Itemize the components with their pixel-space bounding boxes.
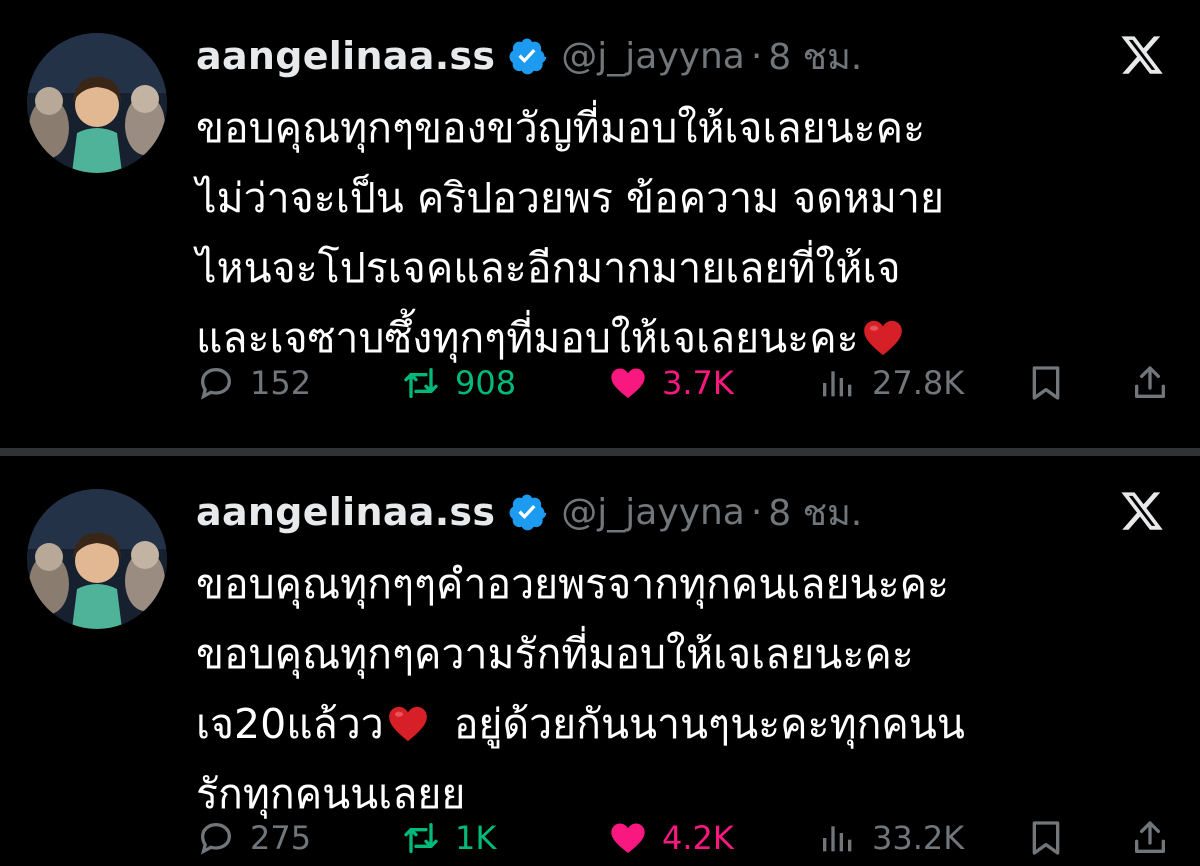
- separator-dot: ·: [750, 491, 763, 533]
- tweet-header: aangelinaa.ss @j_jayyna · 8 ชม.: [196, 28, 862, 84]
- tweet-actions: 275 1K 4.2K 33.2K: [196, 816, 1168, 860]
- handle[interactable]: @j_jayyna: [561, 492, 745, 533]
- views-chart-icon: [823, 826, 852, 852]
- repost-icon: [404, 368, 438, 398]
- tweet-text: ขอบคุณทุกๆของขวัญที่มอบให้เจเลยนะคะ ไม่ว…: [196, 93, 1156, 373]
- view-count: 33.2K: [872, 819, 965, 857]
- bookmark-button[interactable]: [1026, 816, 1066, 860]
- x-logo-icon: [1116, 488, 1168, 534]
- views-button[interactable]: 27.8K: [818, 361, 964, 405]
- reply-button[interactable]: 275: [196, 816, 311, 860]
- reply-button[interactable]: 152: [196, 361, 311, 405]
- repost-count: 1K: [455, 819, 497, 857]
- repost-button[interactable]: 908: [401, 361, 516, 405]
- share-icon: [1135, 821, 1165, 853]
- view-count: 27.8K: [872, 364, 965, 402]
- like-count: 4.2K: [662, 819, 734, 857]
- verified-badge-icon: [507, 492, 547, 532]
- tweet-line: อยู่ด้วยกันนานๆนะคะทุกคนน: [453, 700, 965, 748]
- tweet-text: ขอบคุณทุกๆๆคำอวยพรจากทุกคนเลยนะคะ ขอบคุณ…: [196, 549, 1156, 829]
- like-button[interactable]: 4.2K: [608, 816, 734, 860]
- tweet-actions: 152 908 3.7K 27.8K: [196, 361, 1168, 405]
- reply-icon: [200, 822, 232, 855]
- reply-count: 152: [250, 364, 312, 402]
- tweet-header: aangelinaa.ss @j_jayyna · 8 ชม.: [196, 484, 862, 540]
- views-button[interactable]: 33.2K: [818, 816, 964, 860]
- like-button[interactable]: 3.7K: [608, 361, 734, 405]
- reply-count: 275: [250, 819, 312, 857]
- tweet-line: ไหนจะโปรเจคและอีกมากมายเลยที่ให้เจ: [196, 244, 901, 292]
- display-name[interactable]: aangelinaa.ss: [196, 490, 495, 534]
- bookmark-icon: [1032, 366, 1060, 400]
- tweet-card[interactable]: aangelinaa.ss @j_jayyna · 8 ชม. ขอบคุณทุ…: [0, 456, 1200, 866]
- like-count: 3.7K: [662, 364, 734, 402]
- tweet-line: ขอบคุณทุกๆๆคำอวยพรจากทุกคนเลยนะคะ: [196, 560, 950, 608]
- bookmark-button[interactable]: [1026, 361, 1066, 405]
- tweet-line: และเจซาบซึ้งทุกๆที่มอบให้เจเลยนะคะ: [196, 314, 859, 362]
- timestamp[interactable]: 8 ชม.: [768, 484, 862, 541]
- handle[interactable]: @j_jayyna: [561, 36, 745, 77]
- bookmark-icon: [1032, 821, 1060, 855]
- tweet-line: ขอบคุณทุกๆความรักที่มอบให้เจเลยนะคะ: [196, 630, 914, 678]
- share-icon: [1135, 366, 1165, 398]
- display-name[interactable]: aangelinaa.ss: [196, 34, 495, 78]
- separator-dot: ·: [750, 35, 763, 77]
- heart-icon: [611, 368, 645, 398]
- verified-badge-icon: [507, 36, 547, 76]
- tweet-divider: [0, 448, 1200, 456]
- tweet-card[interactable]: aangelinaa.ss @j_jayyna · 8 ชม. ขอบคุณทุ…: [0, 0, 1200, 448]
- tweet-line-with-emoji: เจ20แล้วว อยู่ด้วยกันนานๆนะคะทุกคนน: [196, 689, 1156, 759]
- share-button[interactable]: [1130, 816, 1170, 860]
- avatar[interactable]: [27, 489, 167, 629]
- repost-button[interactable]: 1K: [401, 816, 496, 860]
- reply-icon: [200, 367, 232, 400]
- red-heart-emoji: [388, 706, 428, 742]
- timestamp[interactable]: 8 ชม.: [768, 28, 862, 85]
- share-button[interactable]: [1130, 361, 1170, 405]
- repost-icon: [404, 823, 438, 853]
- views-chart-icon: [823, 371, 852, 397]
- repost-count: 908: [455, 364, 517, 402]
- red-heart-emoji: [863, 320, 903, 356]
- heart-icon: [611, 823, 645, 853]
- tweet-line: เจ20แล้วว: [196, 700, 384, 748]
- avatar[interactable]: [27, 33, 167, 173]
- tweet-line: ไม่ว่าจะเป็น คริปอวยพร ข้อความ จดหมาย: [196, 174, 944, 222]
- tweet-line: ขอบคุณทุกๆของขวัญที่มอบให้เจเลยนะคะ: [196, 104, 926, 152]
- x-logo-icon: [1116, 32, 1168, 78]
